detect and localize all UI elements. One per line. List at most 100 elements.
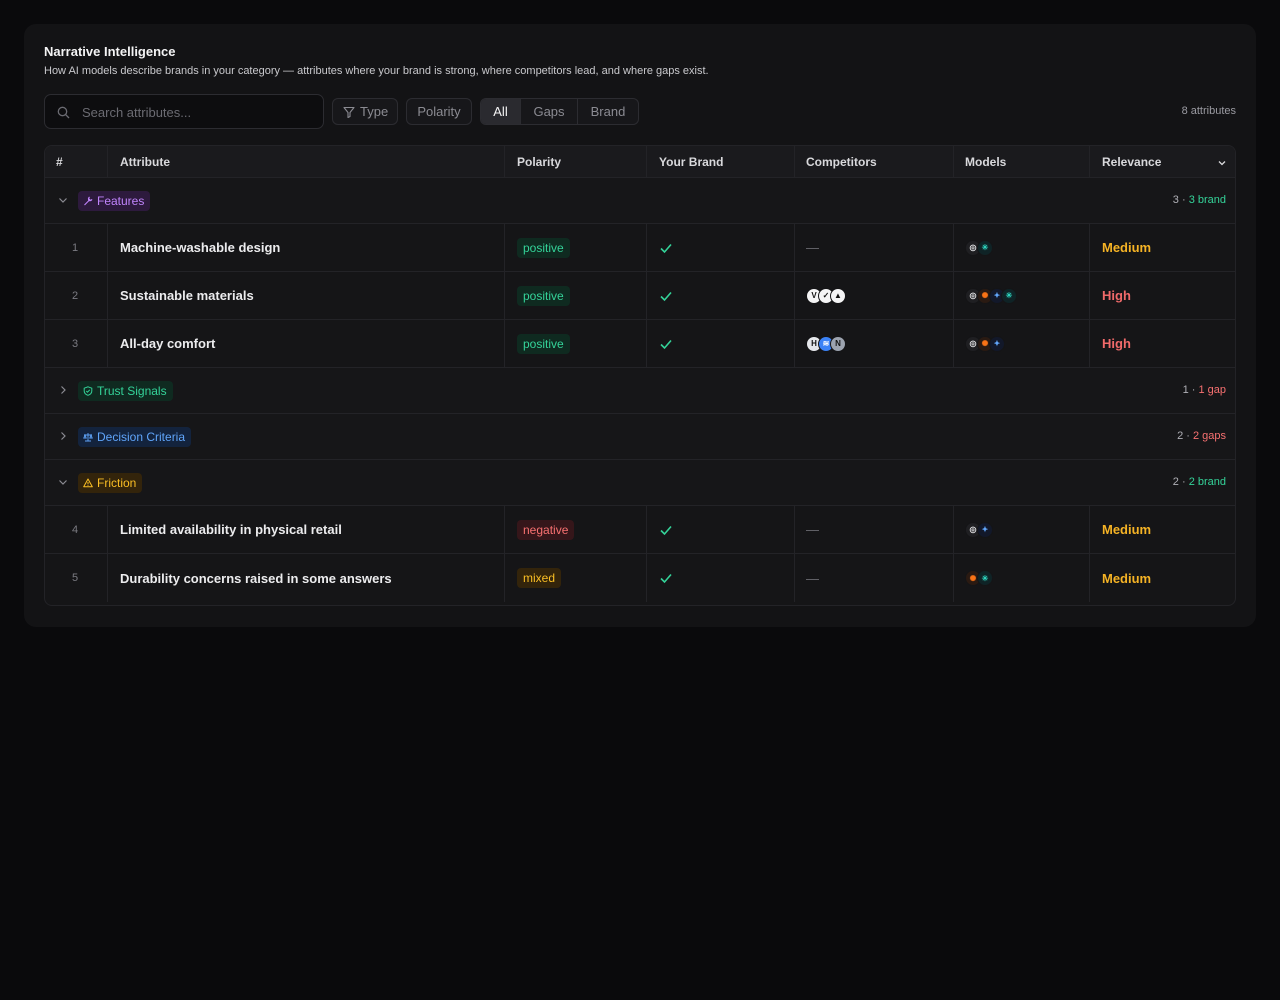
row-number: 2: [71, 289, 79, 302]
row-number: 4: [71, 523, 79, 536]
table-header: # Attribute Polarity Your Brand Competit…: [45, 146, 1235, 178]
polarity-filter-button[interactable]: Polarity: [406, 98, 472, 125]
chevron-down-icon[interactable]: [1217, 158, 1227, 168]
table-row[interactable]: 2 Sustainable materials positive V ✓ ▲ ◎…: [45, 272, 1235, 320]
model-avatars: ✺ ✳: [965, 570, 993, 586]
group-status: 3 brand: [1188, 194, 1226, 206]
relevance-value: Medium: [1102, 240, 1152, 255]
search-box[interactable]: [44, 94, 324, 129]
page-subtitle: How AI models describe brands in your ca…: [44, 65, 709, 77]
polarity-badge: positive: [517, 285, 570, 306]
chevron-down-icon[interactable]: [57, 476, 69, 488]
col-relevance[interactable]: Relevance: [1089, 146, 1235, 177]
type-filter-label: Type: [360, 104, 389, 119]
col-attribute[interactable]: Attribute: [107, 146, 504, 177]
polarity-filter-label: Polarity: [417, 104, 461, 119]
perplexity-icon: ✳: [977, 239, 993, 256]
search-icon: [57, 106, 70, 119]
narrative-intelligence-card: Narrative Intelligence How AI models des…: [24, 24, 1256, 627]
group-name: Trust Signals: [97, 384, 167, 398]
chevron-right-icon[interactable]: [57, 384, 69, 396]
col-polarity[interactable]: Polarity: [504, 146, 646, 177]
chevron-down-icon[interactable]: [57, 194, 69, 206]
group-status: 2 brand: [1188, 476, 1226, 488]
model-avatars: ◎ ✳: [965, 239, 993, 256]
polarity-badge: positive: [517, 333, 570, 354]
perplexity-icon: ✳: [1001, 287, 1017, 304]
segment-gaps[interactable]: Gaps: [521, 99, 578, 124]
group-status: 1 gap: [1198, 384, 1226, 396]
group-badge-features: Features: [78, 191, 151, 211]
no-competitors: —: [806, 570, 819, 586]
group-status: 2 gaps: [1192, 430, 1226, 442]
attribute-name[interactable]: All-day comfort: [120, 336, 215, 351]
group-name: Features: [97, 194, 145, 208]
warning-triangle-icon: [83, 478, 93, 488]
attribute-name[interactable]: Durability concerns raised in some answe…: [120, 571, 392, 586]
shield-check-icon: [83, 386, 93, 396]
attribute-name[interactable]: Limited availability in physical retail: [120, 522, 342, 537]
page-title: Narrative Intelligence: [44, 44, 176, 59]
check-icon: [660, 243, 672, 253]
col-models[interactable]: Models: [953, 146, 1089, 177]
group-row-decision-criteria[interactable]: Decision Criteria 2 · 2 gaps: [45, 414, 1235, 460]
col-relevance-label: Relevance: [1102, 154, 1162, 169]
segment-brand[interactable]: Brand: [578, 99, 638, 124]
group-name: Friction: [97, 476, 137, 490]
polarity-badge: negative: [517, 519, 575, 540]
row-number: 3: [71, 337, 79, 350]
row-number: 5: [71, 572, 79, 584]
attribute-count: 8 attributes: [1181, 105, 1236, 117]
relevance-value: Medium: [1102, 522, 1152, 537]
col-competitors[interactable]: Competitors: [794, 146, 953, 177]
attributes-table: # Attribute Polarity Your Brand Competit…: [44, 145, 1236, 606]
check-icon: [660, 291, 672, 301]
view-segmented-control: All Gaps Brand: [480, 98, 639, 125]
wrench-icon: [84, 196, 93, 206]
group-summary: 1 · 1 gap: [1182, 384, 1226, 396]
group-badge-decision-criteria: Decision Criteria: [78, 427, 192, 447]
gemini-icon: ✦: [977, 521, 993, 538]
segment-all[interactable]: All: [481, 99, 521, 124]
group-row-features[interactable]: Features 3 · 3 brand: [45, 178, 1235, 224]
type-filter-button[interactable]: Type: [332, 98, 398, 125]
table-row[interactable]: 1 Machine-washable design positive — ◎ ✳…: [45, 224, 1235, 272]
nb-logo-icon: N: [830, 335, 846, 352]
model-avatars: ◎ ✺ ✦ ✳: [965, 287, 1017, 304]
search-input[interactable]: [82, 102, 312, 122]
adidas-logo-icon: ▲: [830, 287, 846, 304]
relevance-value: High: [1102, 288, 1131, 303]
col-your-brand[interactable]: Your Brand: [646, 146, 794, 177]
scale-icon: [83, 433, 93, 442]
group-summary: 2 · 2 brand: [1172, 476, 1226, 488]
attribute-name[interactable]: Machine-washable design: [120, 240, 280, 255]
table-row[interactable]: 4 Limited availability in physical retai…: [45, 506, 1235, 554]
check-icon: [660, 573, 672, 584]
table-row[interactable]: 3 All-day comfort positive H ≋ N ◎ ✺ ✦ H…: [45, 320, 1235, 368]
toolbar: Type Polarity All Gaps Brand 8 attribute…: [44, 94, 1236, 129]
model-avatars: ◎ ✦: [965, 521, 993, 538]
group-row-trust-signals[interactable]: Trust Signals 1 · 1 gap: [45, 368, 1235, 414]
group-row-friction[interactable]: Friction 2 · 2 brand: [45, 460, 1235, 506]
relevance-value: Medium: [1102, 570, 1152, 586]
no-competitors: —: [806, 522, 819, 537]
no-competitors: —: [806, 240, 819, 255]
col-num: #: [56, 154, 63, 169]
relevance-value: High: [1102, 336, 1131, 351]
chevron-right-icon[interactable]: [57, 430, 69, 442]
table-row[interactable]: 5 Durability concerns raised in some ans…: [45, 554, 1235, 602]
group-summary: 2 · 2 gaps: [1177, 430, 1226, 442]
attribute-name[interactable]: Sustainable materials: [120, 288, 254, 303]
gemini-icon: ✦: [989, 335, 1005, 352]
check-icon: [660, 339, 672, 349]
group-summary: 3 · 3 brand: [1172, 194, 1226, 206]
polarity-badge: positive: [517, 237, 570, 258]
competitor-avatars: V ✓ ▲: [806, 287, 846, 304]
perplexity-icon: ✳: [977, 570, 993, 586]
polarity-badge: mixed: [517, 568, 562, 588]
competitor-avatars: H ≋ N: [806, 335, 846, 352]
filter-icon: [343, 106, 355, 118]
row-number: 1: [71, 241, 79, 254]
group-badge-friction: Friction: [78, 473, 143, 493]
group-name: Decision Criteria: [97, 430, 186, 444]
